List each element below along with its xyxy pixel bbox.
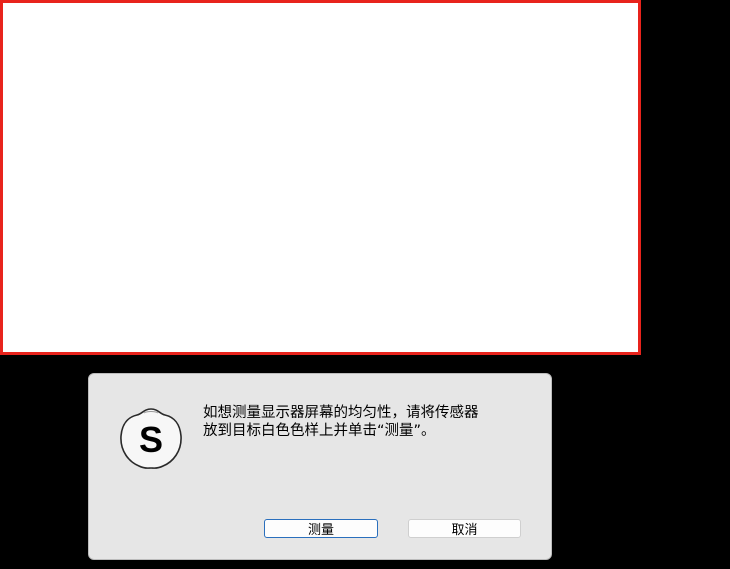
dialog-message: 如想测量显示器屏幕的均匀性，请将传感器 放到目标白色色样上并单击“测量”。 (203, 405, 479, 439)
measure-button[interactable]: 测量 (264, 519, 378, 538)
logo-letter: S (139, 419, 163, 460)
white-target-patch (0, 0, 641, 355)
spyder-s-logo-icon: S (120, 408, 182, 469)
screen: S 如想测量显示器屏幕的均匀性，请将传感器 放到目标白色色样上并单击“测量”。 … (0, 0, 730, 569)
cancel-button[interactable]: 取消 (408, 519, 521, 538)
uniformity-dialog: S 如想测量显示器屏幕的均匀性，请将传感器 放到目标白色色样上并单击“测量”。 … (88, 373, 552, 560)
